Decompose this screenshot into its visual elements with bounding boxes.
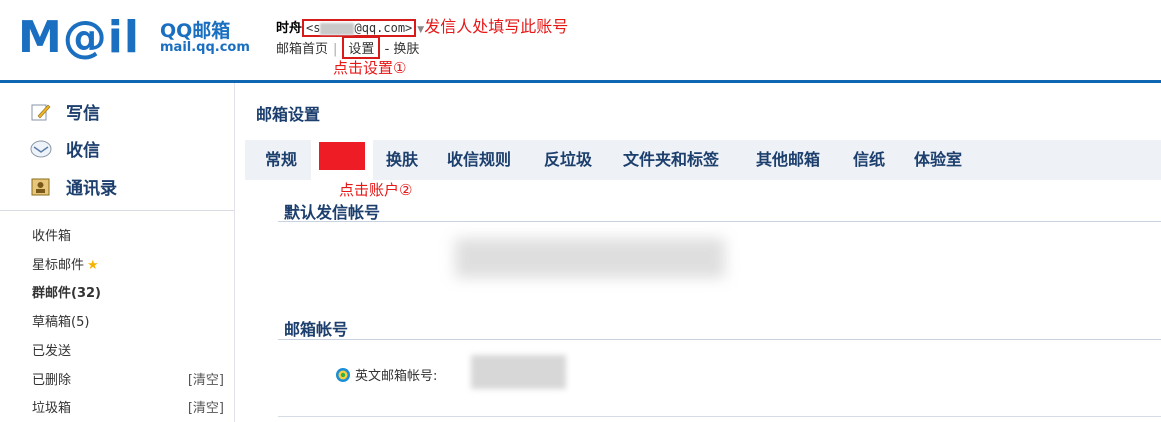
folder-spam[interactable]: 垃圾箱 [清空] xyxy=(32,397,224,416)
sidebar-contacts[interactable]: 通讯录 xyxy=(30,174,117,199)
clear-spam-button[interactable]: [清空] xyxy=(188,397,224,416)
settings-tabs: 常规 换肤 收信规则 反垃圾 文件夹和标签 其他邮箱 信纸 体验室 xyxy=(245,140,1161,180)
folder-inbox[interactable]: 收件箱 xyxy=(32,225,224,244)
section-default-sender: 默认发信帐号 xyxy=(284,203,381,222)
qq-mail-logo[interactable]: M@il QQ邮箱 mail.qq.com xyxy=(18,10,258,66)
logo-brand: QQ邮箱 xyxy=(160,20,231,42)
nav-skin-link[interactable]: 换肤 xyxy=(393,42,419,57)
folder-starred[interactable]: 星标邮件 ★ xyxy=(32,254,224,273)
nav-divider: | xyxy=(333,42,338,57)
top-header: M@il QQ邮箱 mail.qq.com 时舟 <s @qq.com> ▼发信人处填… xyxy=(0,0,1161,83)
logo-mail-text: M@il xyxy=(18,12,140,63)
section-divider xyxy=(278,416,1161,417)
folder-group-mail-label: 群邮件(32) xyxy=(32,286,101,301)
user-line: 时舟 <s @qq.com> ▼发信人处填写此账号 xyxy=(276,13,568,37)
sidebar-divider xyxy=(0,210,234,211)
clear-deleted-button[interactable]: [清空] xyxy=(188,369,224,388)
section-mail-account: 邮箱帐号 xyxy=(284,320,349,339)
nav-settings-label: 设置 xyxy=(348,42,375,57)
tab-general[interactable]: 常规 xyxy=(265,140,297,180)
contacts-icon xyxy=(30,177,52,197)
redacted-account-value xyxy=(471,355,566,389)
tab-account-highlight xyxy=(319,142,365,170)
annotation-account: 点击账户② xyxy=(339,181,413,199)
nav-dash: - xyxy=(384,42,390,57)
sidebar-compose-label: 写信 xyxy=(66,104,100,124)
email-mask xyxy=(320,22,355,35)
tab-receive-rules[interactable]: 收信规则 xyxy=(447,140,511,180)
sidebar-receive-label: 收信 xyxy=(66,141,100,161)
english-account-label: 英文邮箱帐号: xyxy=(355,369,438,384)
sidebar: 写信 收信 通讯录 收件箱 星标邮件 ★ 群邮件(32) 草稿箱(5) 已发送 已… xyxy=(0,83,235,422)
section-divider xyxy=(278,221,1161,222)
folder-inbox-label: 收件箱 xyxy=(32,229,72,244)
folder-sent[interactable]: 已发送 xyxy=(32,340,224,359)
folder-drafts[interactable]: 草稿箱(5) xyxy=(32,311,224,330)
folder-spam-label: 垃圾箱 xyxy=(32,401,72,416)
compose-icon xyxy=(30,102,52,122)
redacted-sender-value xyxy=(455,238,725,278)
tab-anti-spam[interactable]: 反垃圾 xyxy=(544,140,592,180)
folder-group-mail[interactable]: 群邮件(32) xyxy=(32,282,224,301)
email-prefix: <s xyxy=(306,21,321,35)
sidebar-receive[interactable]: 收信 xyxy=(30,136,100,161)
annotation-settings: 点击设置① xyxy=(333,59,407,77)
folder-deleted-label: 已删除 xyxy=(32,373,72,388)
nav-home-link[interactable]: 邮箱首页 xyxy=(276,42,328,57)
tab-folders-labels[interactable]: 文件夹和标签 xyxy=(623,140,719,180)
folder-deleted[interactable]: 已删除 [清空] xyxy=(32,369,224,388)
top-nav: 邮箱首页 | 设置 - 换肤 xyxy=(276,36,419,59)
settings-main: 邮箱设置 常规 换肤 收信规则 反垃圾 文件夹和标签 其他邮箱 信纸 体验室 点… xyxy=(245,83,1161,422)
english-account-row: 英文邮箱帐号: xyxy=(335,365,437,384)
page-title: 邮箱设置 xyxy=(256,105,321,124)
folder-starred-label: 星标邮件 xyxy=(32,258,85,273)
star-icon: ★ xyxy=(87,258,99,273)
inbox-receive-icon xyxy=(30,139,52,159)
email-suffix: @qq.com> xyxy=(354,21,413,35)
section-divider xyxy=(278,339,1161,340)
tab-skin[interactable]: 换肤 xyxy=(386,140,418,180)
nav-settings-link[interactable]: 设置 xyxy=(342,36,381,59)
annotation-sender: 发信人处填写此账号 xyxy=(424,17,569,36)
folder-drafts-label: 草稿箱(5) xyxy=(32,315,90,330)
qq-account-icon xyxy=(335,367,351,383)
sidebar-contacts-label: 通讯录 xyxy=(66,179,117,199)
tab-other-mailboxes[interactable]: 其他邮箱 xyxy=(756,140,820,180)
logo-domain: mail.qq.com xyxy=(160,40,250,55)
sidebar-compose[interactable]: 写信 xyxy=(30,99,100,124)
folder-sent-label: 已发送 xyxy=(32,344,72,359)
user-nickname: 时舟 xyxy=(276,21,303,36)
tab-lab[interactable]: 体验室 xyxy=(914,140,962,180)
user-email-highlight[interactable]: <s @qq.com> xyxy=(302,19,417,37)
tab-stationery[interactable]: 信纸 xyxy=(853,140,885,180)
